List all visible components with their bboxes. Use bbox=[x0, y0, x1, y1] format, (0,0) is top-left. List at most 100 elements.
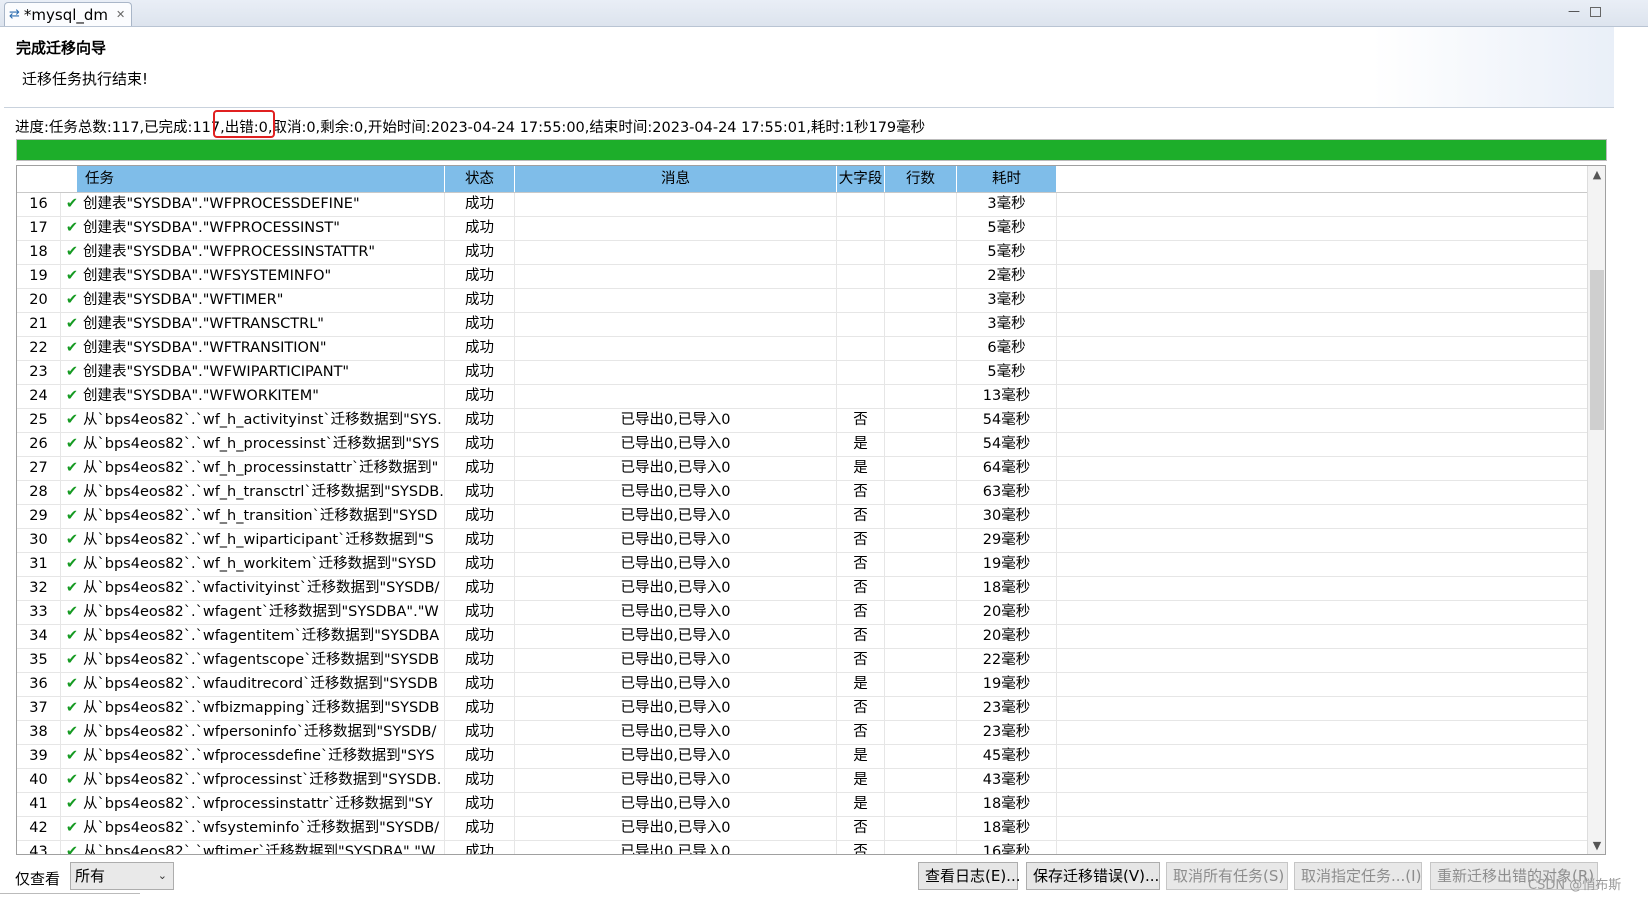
row-index: 21 bbox=[17, 313, 61, 336]
column-header-task[interactable]: 任务 bbox=[77, 166, 445, 192]
close-icon[interactable]: ✕ bbox=[116, 8, 125, 21]
column-header-rows[interactable]: 行数 bbox=[885, 166, 957, 192]
table-row[interactable]: 36 ✔ 从`bps4eos82`.`wfauditrecord`迁移数据到"SYS… bbox=[17, 673, 1587, 697]
status-cell: 成功 bbox=[445, 841, 515, 854]
message-cell: 已导出0,已导入0 bbox=[515, 817, 837, 840]
status-cell: 成功 bbox=[445, 529, 515, 552]
task-name: 从`bps4eos82`.`wfagentitem`迁移数据到"SYSDBA bbox=[83, 628, 440, 644]
column-header-message[interactable]: 消息 bbox=[515, 166, 837, 192]
table-row[interactable]: 41 ✔ 从`bps4eos82`.`wfprocessinstattr`迁移数据到… bbox=[17, 793, 1587, 817]
vertical-scrollbar[interactable]: ▲ ▼ bbox=[1587, 166, 1605, 854]
bigfield-cell: 是 bbox=[837, 769, 885, 792]
success-check-icon: ✔ bbox=[65, 724, 79, 740]
task-name: 从`bps4eos82`.`wf_h_processinstattr`迁移数据到… bbox=[83, 460, 439, 476]
task-cell: ✔ 从`bps4eos82`.`wfagentitem`迁移数据到"SYSDBA bbox=[61, 625, 445, 648]
table-row[interactable]: 29 ✔ 从`bps4eos82`.`wf_h_transition`迁移数据到"S… bbox=[17, 505, 1587, 529]
row-index: 17 bbox=[17, 217, 61, 240]
table-row[interactable]: 16 ✔ 创建表"SYSDBA"."WFPROCESSDEFINE" 成功 3毫秒 bbox=[17, 193, 1587, 217]
table-row[interactable]: 37 ✔ 从`bps4eos82`.`wfbizmapping`迁移数据到"SYSD… bbox=[17, 697, 1587, 721]
minimize-icon[interactable]: — bbox=[1566, 4, 1582, 18]
table-row[interactable]: 22 ✔ 创建表"SYSDBA"."WFTRANSITION" 成功 6毫秒 bbox=[17, 337, 1587, 361]
time-cell: 3毫秒 bbox=[957, 289, 1057, 312]
task-cell: ✔ 创建表"SYSDBA"."WFTRANSITION" bbox=[61, 337, 445, 360]
editor-tab-bar: ⇄ *mysql_dm ✕ — bbox=[0, 0, 1648, 27]
status-cell: 成功 bbox=[445, 361, 515, 384]
table-row[interactable]: 26 ✔ 从`bps4eos82`.`wf_h_processinst`迁移数据到"… bbox=[17, 433, 1587, 457]
success-check-icon: ✔ bbox=[65, 580, 79, 596]
success-check-icon: ✔ bbox=[65, 268, 79, 284]
table-row[interactable]: 21 ✔ 创建表"SYSDBA"."WFTRANSCTRL" 成功 3毫秒 bbox=[17, 313, 1587, 337]
table-row[interactable]: 18 ✔ 创建表"SYSDBA"."WFPROCESSINSTATTR" 成功 5毫秒 bbox=[17, 241, 1587, 265]
maximize-icon[interactable] bbox=[1590, 7, 1601, 17]
page-title: 完成迁移向导 bbox=[16, 39, 107, 57]
view-log-button[interactable]: 查看日志(E)... bbox=[918, 862, 1021, 890]
table-row[interactable]: 32 ✔ 从`bps4eos82`.`wfactivityinst`迁移数据到"SY… bbox=[17, 577, 1587, 601]
table-row[interactable]: 40 ✔ 从`bps4eos82`.`wfprocessinst`迁移数据到"SYS… bbox=[17, 769, 1587, 793]
table-row[interactable]: 19 ✔ 创建表"SYSDBA"."WFSYSTEMINFO" 成功 2毫秒 bbox=[17, 265, 1587, 289]
message-cell: 已导出0,已导入0 bbox=[515, 673, 837, 696]
table-row[interactable]: 30 ✔ 从`bps4eos82`.`wf_h_wiparticipant`迁移数据… bbox=[17, 529, 1587, 553]
table-row[interactable]: 20 ✔ 创建表"SYSDBA"."WFTIMER" 成功 3毫秒 bbox=[17, 289, 1587, 313]
rows-cell bbox=[885, 817, 957, 840]
editor-tab[interactable]: ⇄ *mysql_dm ✕ bbox=[4, 2, 132, 26]
bigfield-cell: 否 bbox=[837, 553, 885, 576]
table-row[interactable]: 42 ✔ 从`bps4eos82`.`wfsysteminfo`迁移数据到"SYSD… bbox=[17, 817, 1587, 841]
table-row[interactable]: 43 ✔ 从`bps4eos82`.`wftimer`迁移数据到"SYSDBA"."… bbox=[17, 841, 1587, 854]
time-cell: 63毫秒 bbox=[957, 481, 1057, 504]
time-cell: 5毫秒 bbox=[957, 241, 1057, 264]
status-cell: 成功 bbox=[445, 769, 515, 792]
table-row[interactable]: 39 ✔ 从`bps4eos82`.`wfprocessdefine`迁移数据到"S… bbox=[17, 745, 1587, 769]
table-row[interactable]: 34 ✔ 从`bps4eos82`.`wfagentitem`迁移数据到"SYSDB… bbox=[17, 625, 1587, 649]
task-name: 从`bps4eos82`.`wfprocessinstattr`迁移数据到"SY bbox=[83, 796, 433, 812]
filter-label: 仅查看 bbox=[15, 870, 61, 888]
bigfield-cell bbox=[837, 385, 885, 408]
message-cell: 已导出0,已导入0 bbox=[515, 409, 837, 432]
task-name: 创建表"SYSDBA"."WFPROCESSINST" bbox=[83, 220, 340, 236]
filter-select[interactable]: 所有 ⌄ bbox=[70, 862, 174, 890]
error-count-highlight bbox=[213, 110, 275, 138]
column-header-time[interactable]: 耗时 bbox=[957, 166, 1057, 192]
table-row[interactable]: 38 ✔ 从`bps4eos82`.`wfpersoninfo`迁移数据到"SYSD… bbox=[17, 721, 1587, 745]
task-cell: ✔ 创建表"SYSDBA"."WFPROCESSINSTATTR" bbox=[61, 241, 445, 264]
table-row[interactable]: 31 ✔ 从`bps4eos82`.`wf_h_workitem`迁移数据到"SYS… bbox=[17, 553, 1587, 577]
bigfield-cell bbox=[837, 337, 885, 360]
table-row[interactable]: 23 ✔ 创建表"SYSDBA"."WFWIPARTICIPANT" 成功 5毫秒 bbox=[17, 361, 1587, 385]
rows-cell bbox=[885, 241, 957, 264]
table-row[interactable]: 24 ✔ 创建表"SYSDBA"."WFWORKITEM" 成功 13毫秒 bbox=[17, 385, 1587, 409]
bigfield-cell bbox=[837, 361, 885, 384]
message-cell: 已导出0,已导入0 bbox=[515, 769, 837, 792]
rows-cell bbox=[885, 193, 957, 216]
table-row[interactable]: 28 ✔ 从`bps4eos82`.`wf_h_transctrl`迁移数据到"SY… bbox=[17, 481, 1587, 505]
bigfield-cell: 否 bbox=[837, 625, 885, 648]
time-cell: 5毫秒 bbox=[957, 361, 1057, 384]
rows-cell bbox=[885, 433, 957, 456]
scroll-down-icon[interactable]: ▼ bbox=[1588, 839, 1605, 852]
scroll-up-icon[interactable]: ▲ bbox=[1588, 168, 1605, 181]
table-row[interactable]: 25 ✔ 从`bps4eos82`.`wf_h_activityinst`迁移数据到… bbox=[17, 409, 1587, 433]
table-row[interactable]: 33 ✔ 从`bps4eos82`.`wfagent`迁移数据到"SYSDBA"."… bbox=[17, 601, 1587, 625]
row-index: 33 bbox=[17, 601, 61, 624]
task-name: 从`bps4eos82`.`wfpersoninfo`迁移数据到"SYSDB/ bbox=[83, 724, 437, 740]
save-errors-button[interactable]: 保存迁移错误(V)... bbox=[1026, 862, 1160, 890]
message-cell: 已导出0,已导入0 bbox=[515, 529, 837, 552]
row-index: 41 bbox=[17, 793, 61, 816]
column-header-status[interactable]: 状态 bbox=[445, 166, 515, 192]
table-row[interactable]: 17 ✔ 创建表"SYSDBA"."WFPROCESSINST" 成功 5毫秒 bbox=[17, 217, 1587, 241]
table-row[interactable]: 27 ✔ 从`bps4eos82`.`wf_h_processinstattr`迁移… bbox=[17, 457, 1587, 481]
rows-cell bbox=[885, 409, 957, 432]
cancel-all-button[interactable]: 取消所有任务(S) bbox=[1166, 862, 1288, 890]
message-cell: 已导出0,已导入0 bbox=[515, 481, 837, 504]
cancel-selected-button[interactable]: 取消指定任务...(I) bbox=[1294, 862, 1422, 890]
bigfield-cell: 是 bbox=[837, 745, 885, 768]
row-index: 35 bbox=[17, 649, 61, 672]
scrollbar-thumb[interactable] bbox=[1590, 270, 1604, 430]
time-cell: 19毫秒 bbox=[957, 673, 1057, 696]
wizard-header: 完成迁移向导 迁移任务执行结束! bbox=[4, 27, 1614, 108]
task-name: 从`bps4eos82`.`wf_h_transition`迁移数据到"SYSD bbox=[83, 508, 438, 524]
table-row[interactable]: 35 ✔ 从`bps4eos82`.`wfagentscope`迁移数据到"SYSD… bbox=[17, 649, 1587, 673]
row-index: 40 bbox=[17, 769, 61, 792]
message-cell bbox=[515, 193, 837, 216]
status-cell: 成功 bbox=[445, 241, 515, 264]
column-header-bigfield[interactable]: 大字段 bbox=[837, 166, 885, 192]
task-cell: ✔ 从`bps4eos82`.`wfagentscope`迁移数据到"SYSDB bbox=[61, 649, 445, 672]
